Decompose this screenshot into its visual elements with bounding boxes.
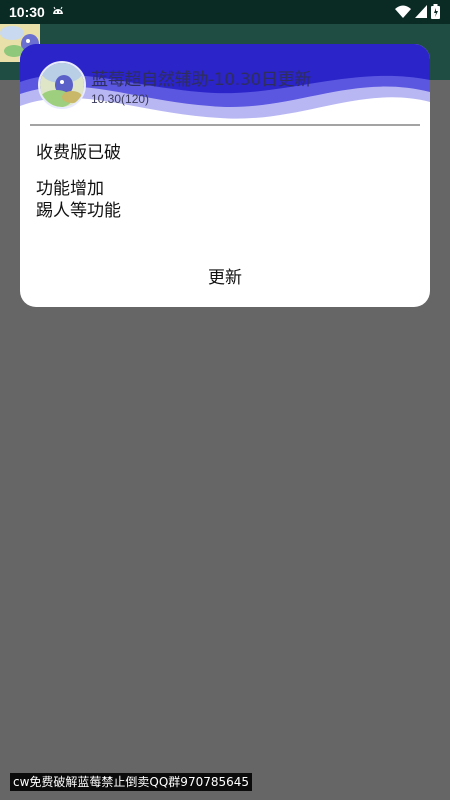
status-icons	[395, 4, 440, 19]
app-avatar	[38, 61, 86, 109]
status-bar: 10:30	[0, 0, 450, 24]
dialog-title: 蓝莓超自然辅助-10.30日更新	[91, 70, 312, 90]
dialog-divider	[30, 124, 420, 126]
wifi-icon	[395, 5, 411, 18]
status-time: 10:30	[9, 4, 45, 20]
update-button[interactable]: 更新	[175, 258, 275, 292]
signal-icon	[415, 5, 427, 18]
watermark-label: cw免费破解蓝莓禁止倒卖QQ群970785645	[10, 773, 253, 791]
battery-icon	[431, 4, 440, 19]
message-line: 踢人等功能	[36, 201, 121, 221]
update-dialog: 蓝莓超自然辅助-10.30日更新 10.30(120) 收费版已破 功能增加 踢…	[20, 44, 430, 307]
message-line: 功能增加	[36, 179, 104, 199]
dialog-message: 收费版已破 功能增加 踢人等功能	[36, 142, 416, 222]
android-icon	[53, 6, 63, 14]
dialog-version: 10.30(120)	[91, 92, 150, 106]
message-line: 收费版已破	[36, 143, 121, 163]
